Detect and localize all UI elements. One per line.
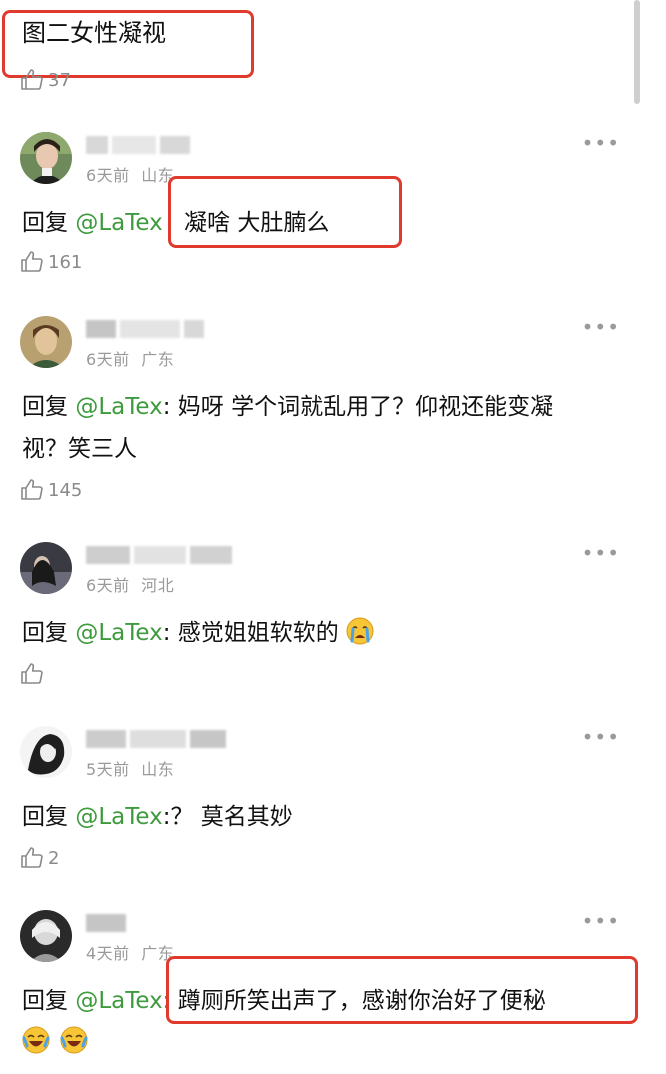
comment-thread: 图二女性凝视 37 6天前 山东 ••• 回复 @LaTex 凝啥 大肚腩么 1… [0, 0, 666, 1074]
like-count: 2 [48, 847, 60, 869]
mention-link[interactable]: @LaTex [75, 394, 162, 420]
comment-text: 回复 @LaTex: 妈呀 学个词就乱用了？仰视还能变凝 视？笑三人 [22, 386, 622, 470]
comment-time: 4天前 [86, 944, 130, 963]
username-blurred[interactable] [86, 544, 236, 566]
more-options-icon[interactable]: ••• [582, 727, 620, 747]
comment-text: 回复 @LaTex:？ 莫名其妙 [22, 796, 622, 838]
thumbs-up-icon [21, 251, 43, 272]
comment-location: 山东 [141, 760, 175, 779]
like-button[interactable] [20, 662, 44, 686]
comment-time: 6天前 [86, 166, 130, 185]
username-blurred[interactable] [86, 728, 236, 750]
laughing-tears-emoji-icon [60, 1026, 88, 1054]
comment-location: 河北 [141, 576, 175, 595]
reply-body-line2: 视？笑三人 [22, 436, 137, 462]
comment-meta: 4天前 广东 [86, 940, 174, 964]
more-options-icon[interactable]: ••• [582, 317, 620, 337]
like-count: 37 [48, 69, 71, 91]
avatar[interactable] [20, 910, 72, 962]
reply-prefix: 回复 [22, 988, 68, 1014]
mention-link[interactable]: @LaTex [75, 620, 162, 646]
avatar[interactable] [20, 542, 72, 594]
avatar[interactable] [20, 316, 72, 368]
highlight-box [168, 176, 402, 248]
like-button[interactable]: 145 [20, 478, 82, 502]
avatar[interactable] [20, 132, 72, 184]
comment-time: 6天前 [86, 576, 130, 595]
comment-location: 广东 [141, 350, 175, 369]
more-options-icon[interactable]: ••• [582, 133, 620, 153]
comment-meta: 6天前 河北 [86, 572, 174, 596]
emoji-row [22, 1026, 88, 1054]
comment-meta: 5天前 山东 [86, 756, 174, 780]
comment-time: 6天前 [86, 350, 130, 369]
mention-link[interactable]: @LaTex [75, 988, 162, 1014]
highlight-box [166, 956, 638, 1024]
like-count: 145 [48, 479, 83, 501]
reply-body-line1: : 妈呀 学个词就乱用了？仰视还能变凝 [162, 394, 554, 420]
mention-link[interactable]: @LaTex [75, 210, 162, 236]
like-count: 161 [48, 251, 83, 273]
reply-prefix: 回复 [22, 620, 68, 646]
reply-prefix: 回复 [22, 394, 68, 420]
laughing-tears-emoji-icon [22, 1026, 50, 1054]
reply-body: :？ 莫名其妙 [162, 804, 293, 830]
top-like-button[interactable]: 37 [20, 68, 71, 92]
thumbs-up-icon [21, 479, 43, 500]
username-blurred[interactable] [86, 912, 236, 934]
comment-time: 5天前 [86, 760, 130, 779]
comment-meta: 6天前 山东 [86, 162, 174, 186]
reply-prefix: 回复 [22, 210, 68, 236]
crying-emoji-icon [346, 617, 374, 645]
like-button[interactable]: 2 [20, 846, 59, 870]
reply-body: : 感觉姐姐软软的 [162, 620, 339, 646]
thumbs-up-icon [21, 663, 43, 684]
like-button[interactable]: 161 [20, 250, 82, 274]
avatar[interactable] [20, 726, 72, 778]
thumbs-up-icon [21, 847, 43, 868]
reply-prefix: 回复 [22, 804, 68, 830]
more-options-icon[interactable]: ••• [582, 911, 620, 931]
thumbs-up-icon [21, 69, 43, 90]
more-options-icon[interactable]: ••• [582, 543, 620, 563]
username-blurred[interactable] [86, 318, 236, 340]
mention-link[interactable]: @LaTex [75, 804, 162, 830]
comment-meta: 6天前 广东 [86, 346, 174, 370]
scrollbar[interactable] [634, 0, 640, 104]
username-blurred[interactable] [86, 134, 236, 156]
comment-text: 回复 @LaTex: 感觉姐姐软软的 [22, 612, 622, 654]
